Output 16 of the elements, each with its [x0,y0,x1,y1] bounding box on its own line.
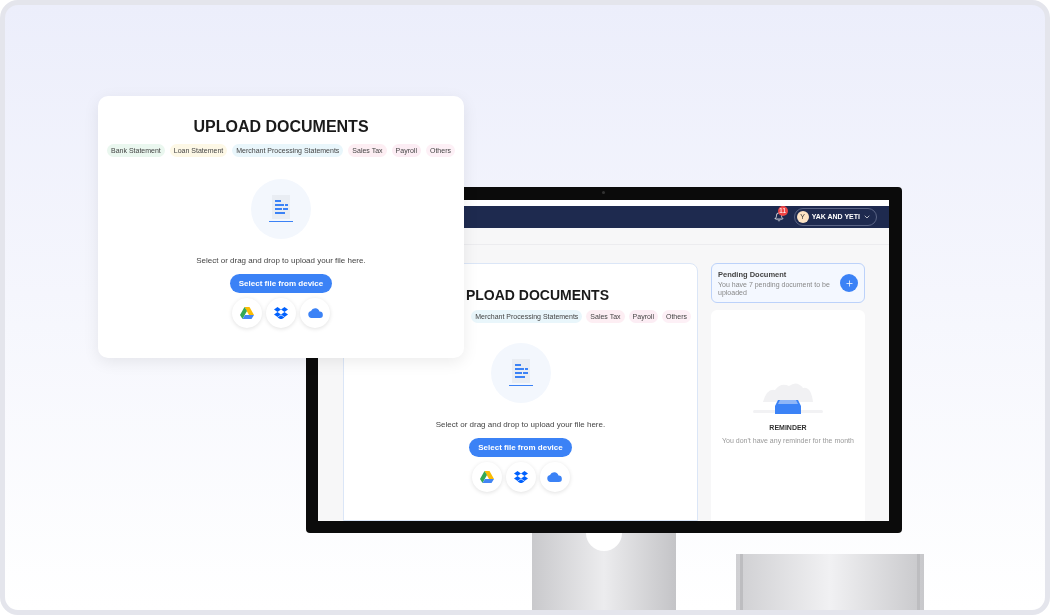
box-logo-icon[interactable] [505,462,536,492]
triangle-logo-icon[interactable] [232,298,262,328]
select-file-button[interactable]: Select file from device [469,438,572,457]
box-logo-icon[interactable] [266,298,296,328]
add-button[interactable] [840,274,858,292]
cloud-icon[interactable] [539,462,570,492]
bell-icon[interactable] [773,212,784,222]
upload-title: UPLOAD DOCUMENTS [193,117,369,137]
upload-title: PLOAD DOCUMENTS [465,286,609,304]
cloud-icon[interactable] [300,298,330,328]
plus-icon [844,278,854,288]
triangle-logo-icon[interactable] [471,462,502,492]
upload-prompt: Select or drag and drop to upload your file here. [435,419,606,431]
upload-prompt: Select or drag and drop to upload your file here. [196,255,366,267]
chevron-down-icon [863,213,871,221]
select-file-button[interactable]: Select file from device [229,274,333,293]
